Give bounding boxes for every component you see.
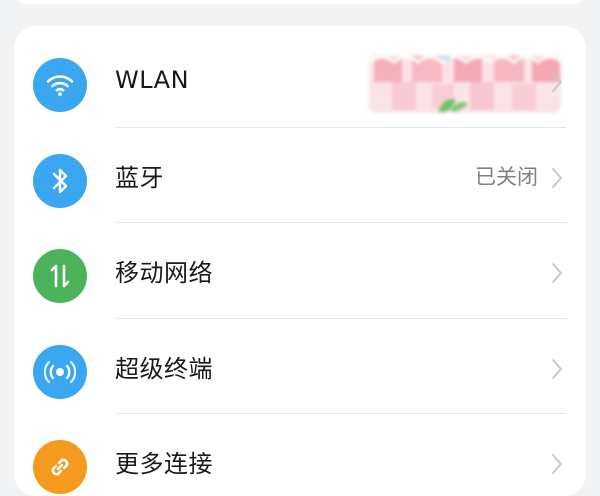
link-icon bbox=[33, 440, 87, 494]
mobile-network-label: 移动网络 bbox=[115, 259, 213, 287]
chevron-right-icon bbox=[552, 72, 562, 92]
bluetooth-icon bbox=[33, 154, 87, 208]
wlan-label: WLAN bbox=[115, 65, 190, 94]
bluetooth-label: 蓝牙 bbox=[115, 164, 164, 192]
more-connections-label: 更多连接 bbox=[115, 450, 213, 478]
mobile-network-row[interactable]: 移动网络 bbox=[14, 223, 586, 318]
connectivity-settings-card: WLAN 蓝牙 已关闭 移动网络 超级终端 更多连接 bbox=[14, 26, 586, 496]
mobile-data-icon bbox=[33, 249, 87, 303]
chevron-right-icon bbox=[552, 359, 562, 379]
chevron-right-icon bbox=[552, 168, 562, 188]
wlan-row[interactable]: WLAN bbox=[14, 32, 586, 127]
bluetooth-row[interactable]: 蓝牙 已关闭 bbox=[14, 128, 586, 223]
super-device-icon bbox=[33, 345, 87, 399]
super-device-row[interactable]: 超级终端 bbox=[14, 319, 586, 414]
chevron-right-icon bbox=[552, 263, 562, 283]
wifi-network-name-blurred bbox=[366, 52, 564, 116]
chevron-right-icon bbox=[552, 454, 562, 474]
super-device-label: 超级终端 bbox=[115, 355, 213, 383]
wifi-icon bbox=[33, 58, 87, 112]
more-connections-row[interactable]: 更多连接 bbox=[14, 414, 586, 496]
previous-card bbox=[14, 0, 586, 4]
bluetooth-status: 已关闭 bbox=[475, 164, 538, 189]
